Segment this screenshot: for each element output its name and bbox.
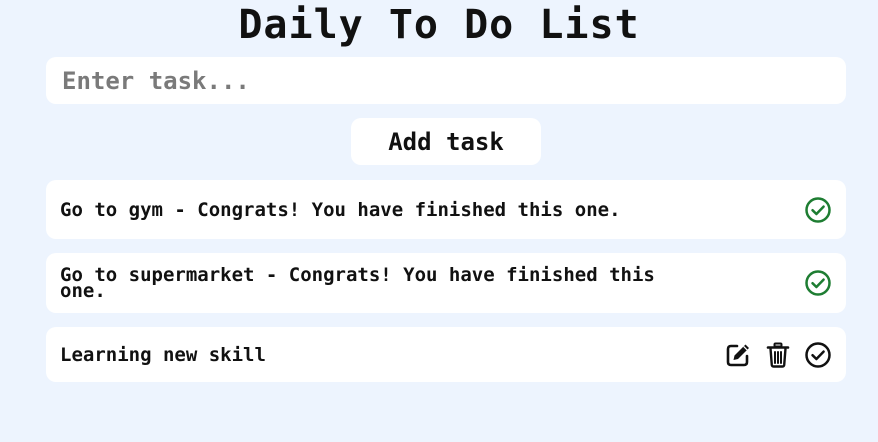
- task-item: Go to supermarket - Congrats! You have f…: [46, 253, 846, 313]
- task-actions: [724, 341, 832, 369]
- task-text: Learning new skill: [60, 343, 266, 366]
- check-circle-icon[interactable]: [804, 269, 832, 297]
- page-title: Daily To Do List: [238, 2, 640, 48]
- todo-app: Daily To Do List Add task Go to gym - Co…: [0, 0, 878, 442]
- task-text: Go to supermarket - Congrats! You have f…: [60, 264, 655, 302]
- add-task-button[interactable]: Add task: [351, 118, 541, 165]
- task-text: Go to gym - Congrats! You have finished …: [60, 198, 621, 221]
- task-input[interactable]: [46, 57, 846, 104]
- check-circle-icon[interactable]: [804, 341, 832, 369]
- trash-icon[interactable]: [764, 341, 792, 369]
- task-item: Go to gym - Congrats! You have finished …: [46, 180, 846, 239]
- task-item: Learning new skill: [46, 327, 846, 382]
- edit-icon[interactable]: [724, 341, 752, 369]
- task-actions: [804, 196, 832, 224]
- task-actions: [804, 269, 832, 297]
- check-circle-icon[interactable]: [804, 196, 832, 224]
